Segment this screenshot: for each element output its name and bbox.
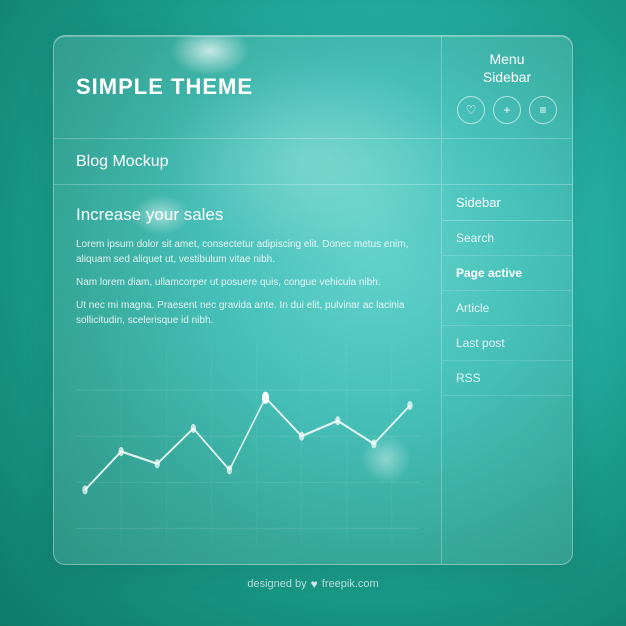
content-paragraph-3: Ut nec mi magna. Praesent nec gravida an… bbox=[76, 298, 419, 328]
site-title: SIMPLE THEME bbox=[76, 74, 253, 100]
sidebar-item-rss[interactable]: RSS bbox=[442, 361, 572, 396]
footer-heart-icon: ♥ bbox=[311, 577, 318, 591]
blog-label-area: Blog Mockup bbox=[54, 139, 442, 184]
sidebar-item-search[interactable]: Search bbox=[442, 221, 572, 256]
footer-watermark: designed by ♥ freepik.com bbox=[247, 577, 378, 591]
menu-button[interactable]: ≡ bbox=[529, 96, 557, 124]
menu-sidebar-label: MenuSidebar bbox=[483, 50, 531, 86]
chart-area bbox=[76, 344, 419, 544]
header-menu-area: MenuSidebar ♡ + ≡ bbox=[442, 36, 572, 138]
content-paragraph-1: Lorem ipsum dolor sit amet, consectetur … bbox=[76, 237, 419, 267]
content-paragraph-2: Nam lorem diam, ullamcorper ut posuere q… bbox=[76, 275, 419, 290]
subheader-row: Blog Mockup bbox=[54, 139, 572, 185]
sidebar-heading: Sidebar bbox=[442, 185, 572, 221]
footer-text: designed by bbox=[247, 578, 306, 590]
main-container: SIMPLE THEME MenuSidebar ♡ + ≡ Blog Mock… bbox=[53, 35, 573, 565]
heart-button[interactable]: ♡ bbox=[457, 96, 485, 124]
sidebar-item-article[interactable]: Article bbox=[442, 291, 572, 326]
chart-svg bbox=[76, 344, 419, 544]
sidebar: Sidebar Search Page active Article Last … bbox=[442, 185, 572, 564]
plus-button[interactable]: + bbox=[493, 96, 521, 124]
header-row: SIMPLE THEME MenuSidebar ♡ + ≡ bbox=[54, 36, 572, 139]
menu-icons-row: ♡ + ≡ bbox=[457, 96, 557, 124]
main-content: Increase your sales Lorem ipsum dolor si… bbox=[54, 185, 442, 564]
subheader-sidebar-area bbox=[442, 139, 572, 184]
content-row: Increase your sales Lorem ipsum dolor si… bbox=[54, 185, 572, 564]
sidebar-item-page-active[interactable]: Page active bbox=[442, 256, 572, 291]
blog-label: Blog Mockup bbox=[76, 153, 169, 171]
footer-brand: freepik.com bbox=[322, 578, 379, 590]
header-title-area: SIMPLE THEME bbox=[54, 36, 442, 138]
glass-card: SIMPLE THEME MenuSidebar ♡ + ≡ Blog Mock… bbox=[53, 35, 573, 565]
content-heading: Increase your sales bbox=[76, 205, 419, 225]
sidebar-item-last-post[interactable]: Last post bbox=[442, 326, 572, 361]
